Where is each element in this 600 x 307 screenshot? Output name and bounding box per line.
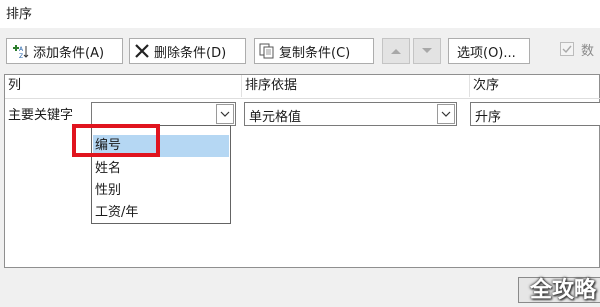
watermark-logo: 全攻略 (530, 278, 597, 303)
add-condition-label: 添加条件(A) (33, 45, 105, 61)
chevron-down-icon (441, 111, 451, 117)
options-label: 选项(O)... (457, 45, 516, 61)
toolbar: A Z 添加条件(A) 删除条件(D) 复制条件(C) 选项(O)... (0, 34, 600, 68)
move-up-button[interactable] (382, 38, 410, 64)
column-header-order: 次序 (473, 78, 500, 93)
move-down-button[interactable] (413, 38, 441, 64)
column-header-column: 列 (5, 75, 242, 97)
options-button[interactable]: 选项(O)... (448, 38, 530, 64)
order-select[interactable]: 升序 (470, 102, 600, 126)
column-header-sort-on: 排序依据 (242, 75, 470, 97)
add-sort-icon: A Z (13, 45, 29, 59)
row-label-primary-key: 主要关键字 (8, 108, 74, 123)
delete-condition-label: 删除条件(D) (154, 45, 227, 61)
copy-icon (259, 43, 274, 59)
header-divider (5, 98, 600, 99)
title-bar: 排序 (0, 0, 600, 28)
copy-condition-button[interactable]: 复制条件(C) (254, 38, 374, 64)
window-title: 排序 (6, 7, 33, 22)
data-has-headers-checkbox[interactable]: 数 (560, 39, 594, 59)
delete-condition-button[interactable]: 删除条件(D) (129, 38, 246, 64)
dropdown-item-gender[interactable]: 性别 (93, 180, 229, 202)
column-select-toggle[interactable] (216, 104, 234, 124)
arrow-up-icon (391, 49, 401, 54)
sort-on-select-value: 单元格值 (249, 110, 302, 125)
dropdown-item-name[interactable]: 姓名 (93, 158, 229, 180)
checkbox-label: 数 (581, 43, 595, 59)
dropdown-item-salary[interactable]: 工资/年 (93, 202, 229, 224)
sort-on-select[interactable]: 单元格值 (244, 102, 457, 126)
add-condition-button[interactable]: A Z 添加条件(A) (6, 38, 123, 64)
sort-on-select-toggle[interactable] (437, 104, 455, 124)
chevron-down-icon (220, 111, 230, 117)
column-select[interactable] (91, 102, 236, 126)
svg-text:Z: Z (19, 53, 23, 59)
delete-x-icon (135, 44, 149, 58)
svg-text:A: A (19, 46, 24, 53)
copy-condition-label: 复制条件(C) (279, 45, 351, 61)
checkmark-icon (562, 45, 572, 54)
annotation-highlight-box (72, 124, 160, 157)
checkbox-box[interactable] (560, 42, 574, 56)
arrow-down-icon (422, 48, 432, 53)
order-select-value: 升序 (475, 110, 502, 125)
